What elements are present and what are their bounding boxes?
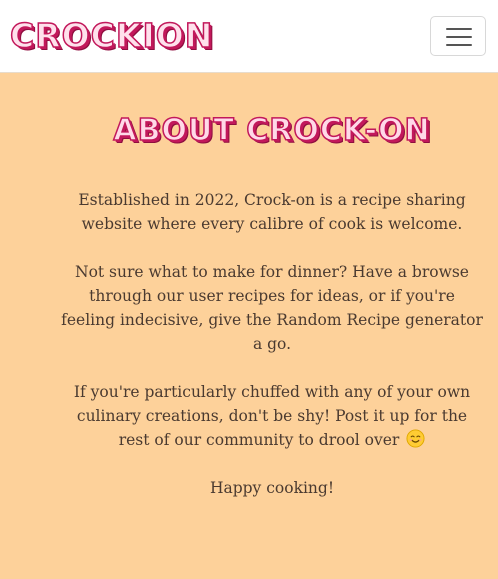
brand-logo[interactable]: CROCKION xyxy=(9,17,213,55)
about-paragraph-3: If you're particularly chuffed with any … xyxy=(60,380,484,452)
navbar-toggler-button[interactable] xyxy=(430,16,486,56)
smiling-face-emoji-icon xyxy=(406,429,425,448)
page-title: ABOUT CROCK-ON xyxy=(113,112,431,149)
about-section: ABOUT CROCK-ON Established in 2022, Croc… xyxy=(60,110,484,524)
about-paragraph-1: Established in 2022, Crock-on is a recip… xyxy=(78,191,466,233)
about-closing: Happy cooking! xyxy=(209,479,335,497)
hamburger-menu-icon xyxy=(446,28,472,46)
about-paragraph-2: Not sure what to make for dinner? Have a… xyxy=(61,263,483,353)
navbar: CROCKION xyxy=(0,0,498,73)
